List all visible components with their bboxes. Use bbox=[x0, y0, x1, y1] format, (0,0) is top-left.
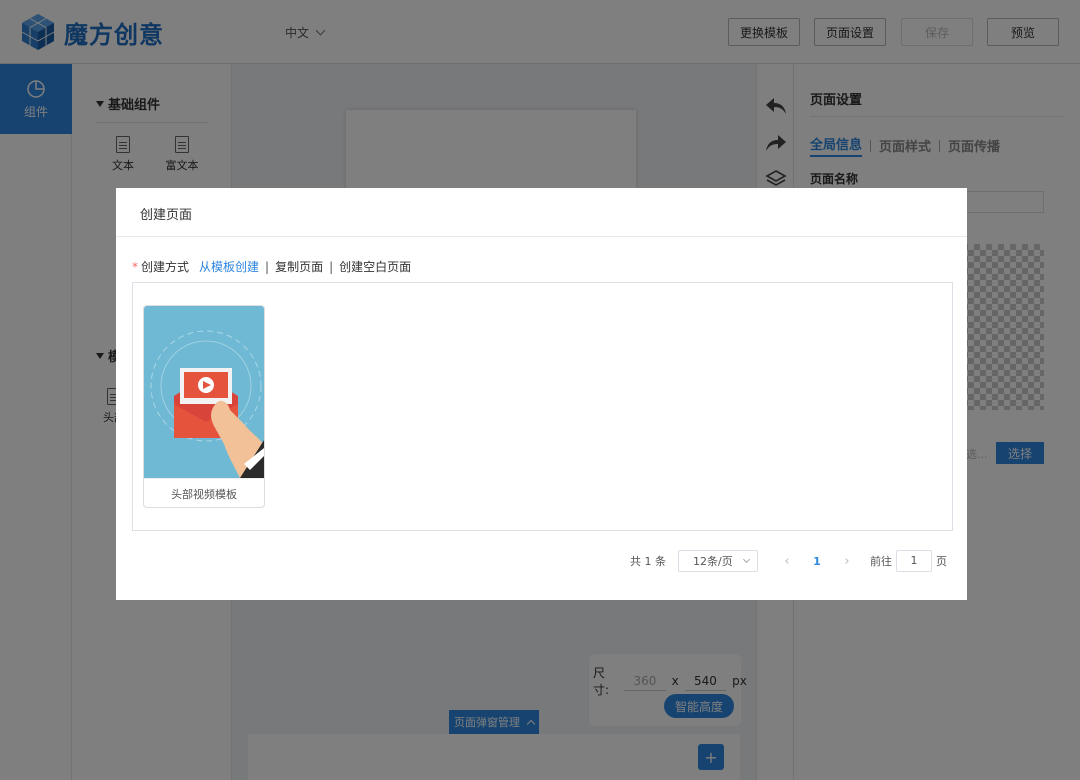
chevron-down-icon bbox=[742, 555, 751, 564]
goto-page: 前往 1 页 bbox=[870, 550, 947, 572]
dialog-header: 创建页面 bbox=[116, 188, 967, 237]
create-method-label: 创建方式 bbox=[141, 260, 190, 274]
prev-page-button[interactable]: ‹ bbox=[772, 554, 802, 569]
create-page-dialog: 创建页面 * 创建方式 从模板创建 | 复制页面 | 创建空白页面 头部视频模板… bbox=[116, 188, 967, 600]
method-from-template[interactable]: 从模板创建 bbox=[199, 258, 259, 275]
pagination-total: 共 1 条 bbox=[630, 555, 666, 568]
page-size-value: 12条/页 bbox=[693, 555, 733, 568]
required-mark: * bbox=[132, 259, 138, 274]
video-envelope-illustration-icon bbox=[150, 330, 264, 478]
template-list: 头部视频模板 bbox=[132, 282, 953, 531]
method-copy-page[interactable]: 复制页面 bbox=[275, 258, 323, 275]
template-thumbnail bbox=[144, 306, 264, 478]
method-blank-page[interactable]: 创建空白页面 bbox=[339, 258, 411, 275]
goto-suffix: 页 bbox=[936, 555, 947, 568]
next-page-button[interactable]: › bbox=[832, 554, 862, 569]
page-number-current[interactable]: 1 bbox=[802, 555, 832, 568]
create-method-row: * 创建方式 从模板创建 | 复制页面 | 创建空白页面 bbox=[132, 258, 411, 275]
pagination: 共 1 条 12条/页 ‹ 1 › 前往 1 页 bbox=[630, 550, 947, 572]
page-size-select[interactable]: 12条/页 bbox=[678, 550, 758, 572]
dialog-title: 创建页面 bbox=[140, 208, 193, 223]
goto-label: 前往 bbox=[870, 555, 892, 568]
template-name: 头部视频模板 bbox=[144, 478, 264, 507]
method-separator: | bbox=[329, 259, 334, 274]
goto-page-input[interactable]: 1 bbox=[896, 550, 932, 572]
method-separator: | bbox=[265, 259, 270, 274]
template-card[interactable]: 头部视频模板 bbox=[143, 305, 265, 508]
